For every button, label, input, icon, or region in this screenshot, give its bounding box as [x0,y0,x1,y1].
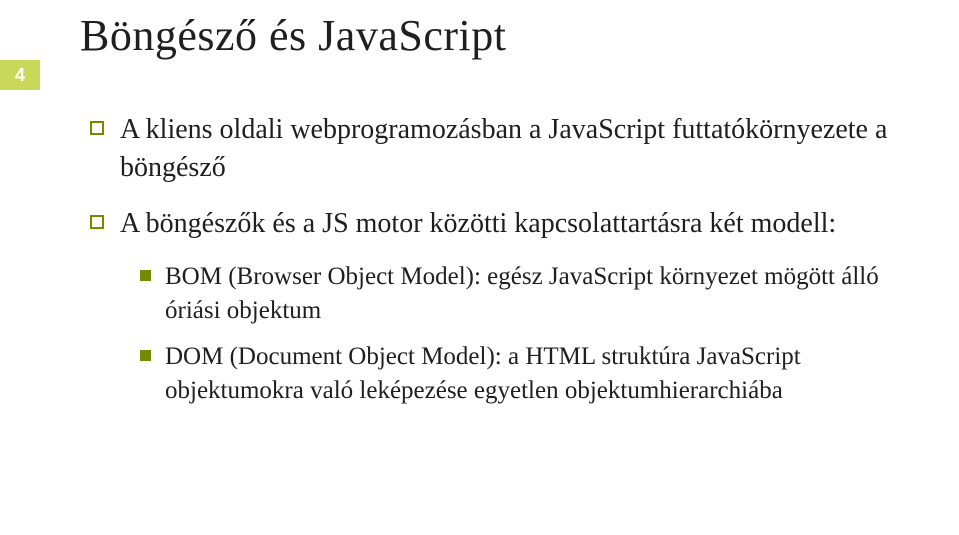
filled-square-icon [140,270,151,281]
sub-bullet-text: DOM (Document Object Model): a HTML stru… [165,340,909,408]
bullet-level1: A böngészők és a JS motor közötti kapcso… [90,205,909,243]
square-bullet-icon [90,215,104,229]
slide-container: 4 Böngésző és JavaScript A kliens oldali… [0,0,959,535]
bullet-text: A böngészők és a JS motor közötti kapcso… [120,205,836,243]
title-area: 4 Böngésző és JavaScript [80,10,909,61]
filled-square-icon [140,350,151,361]
bullet-level2: DOM (Document Object Model): a HTML stru… [140,340,909,408]
sub-bullet-container: BOM (Browser Object Model): egész JavaSc… [140,260,909,407]
bullet-level1: A kliens oldali webprogramozásban a Java… [90,111,909,187]
square-bullet-icon [90,121,104,135]
content-area: A kliens oldali webprogramozásban a Java… [80,91,909,407]
bullet-level2: BOM (Browser Object Model): egész JavaSc… [140,260,909,328]
page-number-badge: 4 [0,60,40,90]
sub-bullet-text: BOM (Browser Object Model): egész JavaSc… [165,260,909,328]
bullet-text: A kliens oldali webprogramozásban a Java… [120,111,909,187]
slide-title: Böngésző és JavaScript [80,10,909,61]
